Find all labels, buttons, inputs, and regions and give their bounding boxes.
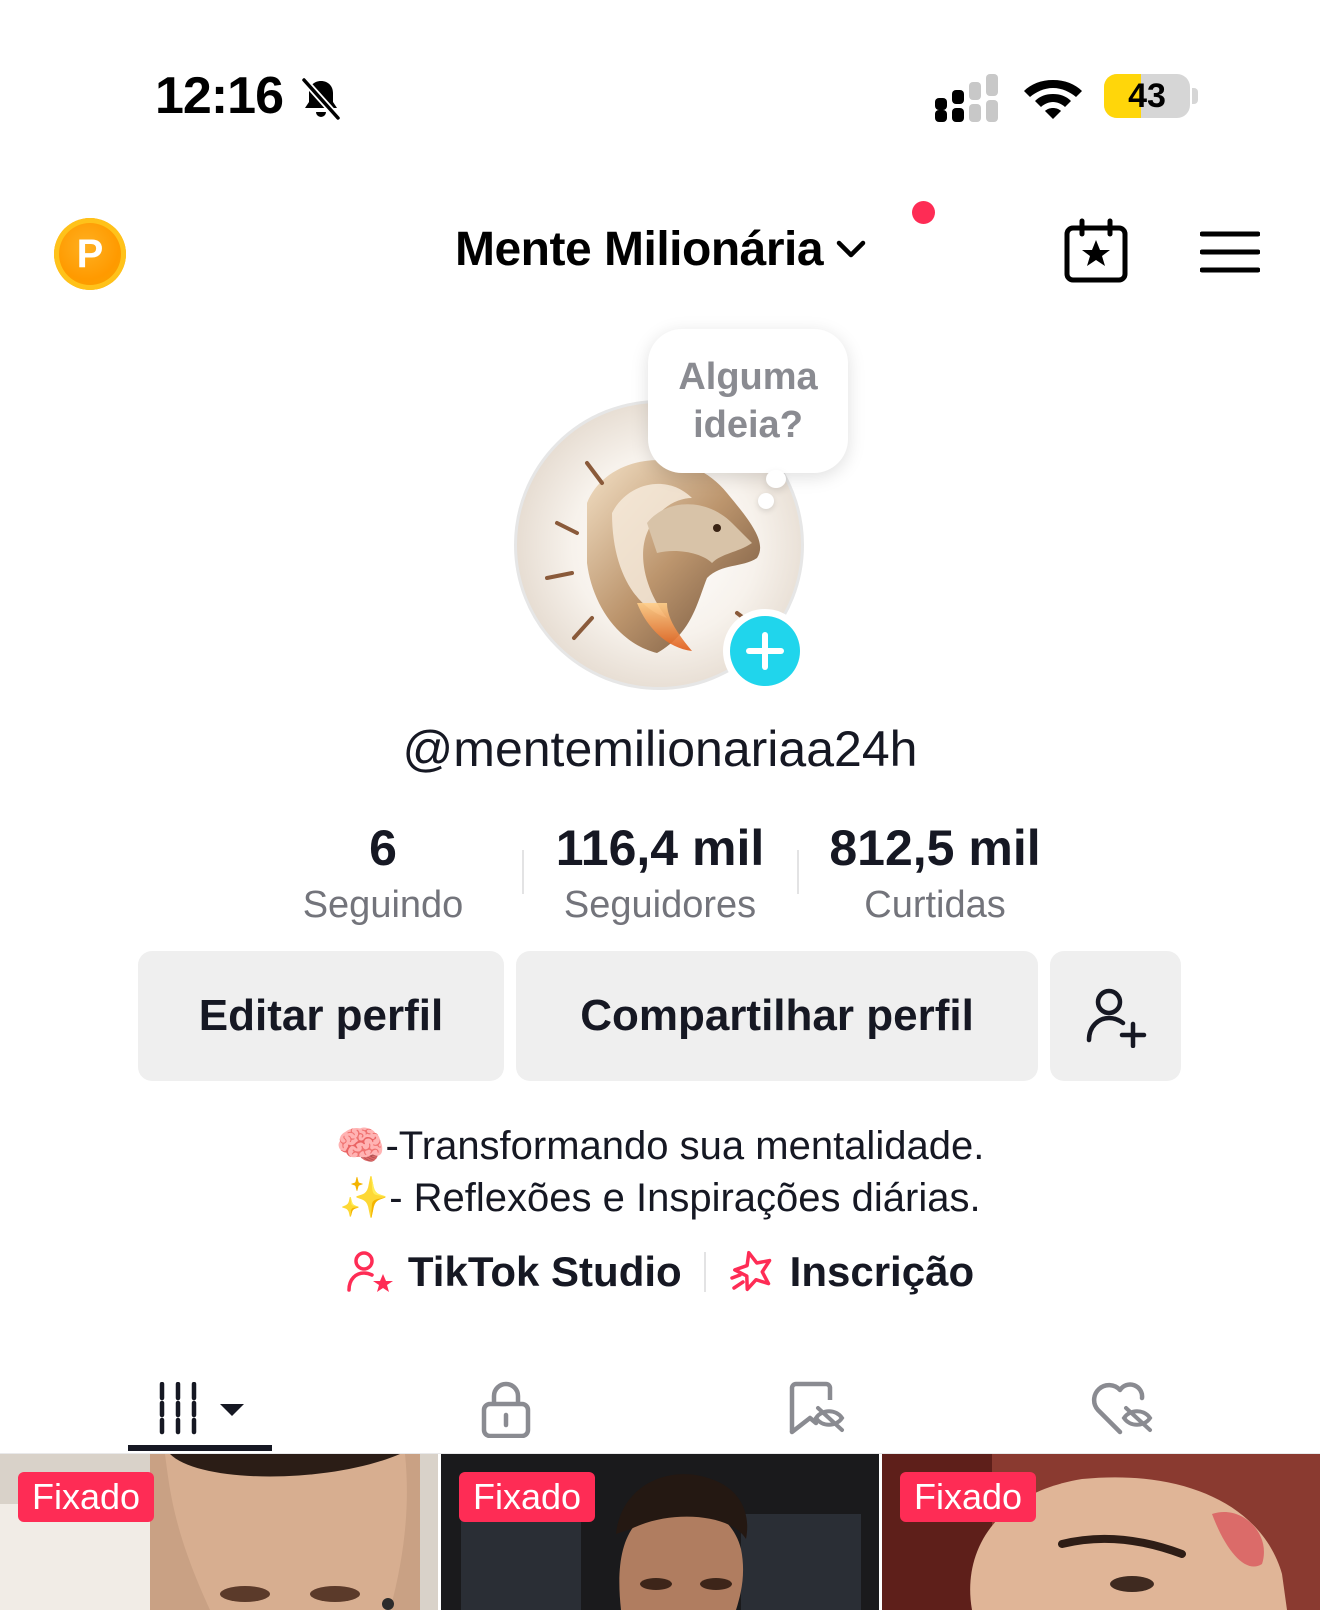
add-avatar-button[interactable] [723, 609, 807, 693]
share-profile-button[interactable]: Compartilhar perfil [516, 951, 1038, 1081]
followers-label: Seguidores [563, 884, 757, 926]
video-thumbnail-3[interactable]: Fixado [882, 1454, 1320, 1610]
bell-muted-icon [301, 77, 341, 121]
likes-label: Curtidas [864, 884, 1006, 926]
chevron-down-icon [836, 240, 866, 258]
wifi-icon [1024, 80, 1082, 119]
username: @mentemilionariaa24h [402, 721, 918, 777]
subscription-label: Inscrição [789, 1248, 975, 1295]
bubble-tail-small [758, 493, 774, 509]
video-grid: Fixado Fixado Fixado [0, 1454, 1320, 1610]
videos-grid-icon [159, 1382, 244, 1435]
pinned-badge: Fixado [900, 1472, 1037, 1522]
bubble-tail [766, 470, 786, 488]
account-switcher[interactable]: Mente Milionária [455, 220, 871, 278]
calendar-star-icon[interactable] [1062, 218, 1130, 286]
add-user-icon [1086, 988, 1147, 1048]
creator-star-icon [347, 1251, 393, 1292]
stat-likes[interactable]: 812,5 mil Curtidas [805, 818, 1065, 930]
battery-percent: 43 [1128, 77, 1166, 115]
profile-tabs [0, 1350, 1320, 1454]
pinned-badge: Fixado [459, 1472, 596, 1522]
tab-private[interactable] [456, 1350, 556, 1454]
bio-line-2: ✨- Reflexões e Inspirações diárias. [339, 1176, 981, 1220]
coin-letter: P [76, 232, 104, 276]
tab-liked[interactable] [1072, 1350, 1172, 1454]
bio-line-1: 🧠-Transformando sua mentalidade. [335, 1124, 985, 1168]
note-bubble-line1: Alguma [678, 356, 818, 398]
coin-icon[interactable]: P [54, 218, 126, 290]
followers-count: 116,4 mil [555, 820, 765, 876]
stat-divider [522, 850, 524, 894]
add-friends-button[interactable] [1050, 951, 1181, 1081]
menu-icon[interactable] [1200, 228, 1260, 276]
video-thumbnail-1[interactable]: Fixado [0, 1454, 438, 1610]
stat-following[interactable]: 6 Seguindo [278, 818, 488, 930]
pinned-badge: Fixado [18, 1472, 155, 1522]
account-name: Mente Milionária [455, 222, 824, 276]
likes-count: 812,5 mil [829, 820, 1041, 876]
plus-icon [746, 632, 784, 670]
saved-hidden-icon [789, 1381, 845, 1435]
tab-reposts[interactable] [766, 1350, 866, 1454]
active-tab-indicator [128, 1445, 272, 1451]
subscription-star-icon [729, 1250, 771, 1292]
stat-followers[interactable]: 116,4 mil Seguidores [530, 818, 790, 930]
following-label: Seguindo [302, 884, 464, 926]
tiktok-studio-label: TikTok Studio [407, 1248, 682, 1295]
liked-hidden-icon [1091, 1382, 1153, 1435]
following-count: 6 [369, 820, 397, 876]
edit-profile-button[interactable]: Editar perfil [138, 951, 504, 1081]
status-time: 12:16 [155, 67, 284, 125]
lock-icon [481, 1381, 531, 1438]
battery-indicator: 43 [1104, 74, 1198, 118]
tiktok-studio-link[interactable]: TikTok Studio [346, 1248, 682, 1296]
subscription-link[interactable]: Inscrição [728, 1248, 974, 1296]
links-divider [703, 1252, 706, 1292]
video-thumbnail-2[interactable]: Fixado [441, 1454, 879, 1610]
note-bubble-line2: ideia? [693, 404, 803, 446]
status-bar: 12:16 43 [0, 0, 1320, 150]
profile-bio: 🧠-Transformando sua mentalidade. ✨- Refl… [0, 1120, 1320, 1224]
cellular-signal-icon [935, 74, 998, 122]
stat-divider [797, 850, 799, 894]
note-bubble[interactable]: Alguma ideia? [648, 329, 848, 473]
notification-dot [912, 201, 935, 224]
profile-links: TikTok Studio Inscrição [0, 1245, 1320, 1299]
tab-videos[interactable] [128, 1350, 272, 1454]
